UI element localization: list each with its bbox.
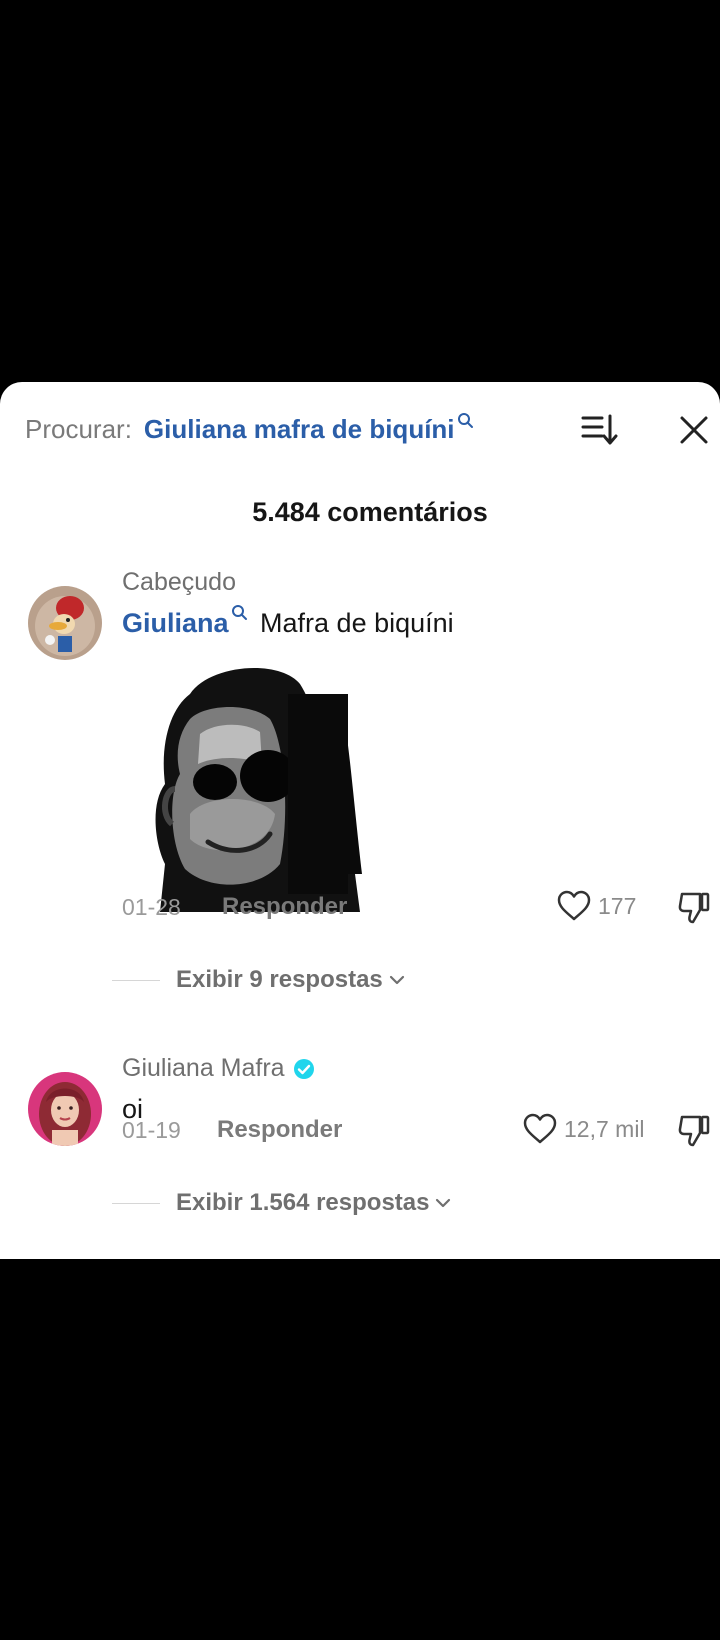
avatar-cartoon-image [28,586,102,660]
avatar[interactable] [28,586,102,660]
heart-icon [557,890,591,921]
divider [112,979,160,981]
comment-text: Giuliana Mafra de biquíni [122,605,454,639]
view-replies-label: Exibir 1.564 respostas [176,1189,430,1216]
avatar[interactable] [28,1072,102,1146]
view-replies-label: Exibir 9 respostas [176,966,383,993]
heart-icon [523,1113,557,1144]
reply-button[interactable]: Responder [217,1116,342,1144]
search-suggestion[interactable]: Procurar: Giuliana mafra de biquíni [25,412,475,446]
comment-username[interactable]: Cabeçudo [122,568,236,597]
comment-date: 01-19 [122,1117,181,1143]
dislike-button[interactable] [676,890,712,926]
comment-date: 01-28 [122,894,181,920]
comment-sticker-image[interactable] [150,664,370,912]
comment-username-row: Giuliana Mafra [122,1054,315,1083]
sort-button[interactable] [580,412,620,448]
comments-count: 5.484 comentários [252,497,488,527]
view-replies-button[interactable]: Exibir 9 respostas [112,966,405,994]
search-icon[interactable] [231,598,249,629]
close-icon [680,416,708,444]
chevron-down-icon [389,975,404,985]
like-count: 177 [598,892,637,919]
thumbs-down-icon [678,1115,710,1147]
view-replies-button[interactable]: Exibir 1.564 respostas [112,1189,451,1217]
search-term-link[interactable]: Giuliana mafra de biquíni [144,414,455,445]
chevron-down-icon [436,1198,451,1208]
thumbs-down-icon [678,892,710,924]
avatar-photo [28,1072,102,1146]
mention-link[interactable]: Giuliana [122,608,229,638]
search-prefix: Procurar: [25,413,132,444]
comment-username[interactable]: Giuliana Mafra [122,1054,285,1083]
comment-body: Mafra de biquíni [252,608,454,638]
like-count: 12,7 mil [564,1115,645,1142]
dislike-button[interactable] [676,1113,712,1149]
sort-descending-icon [581,414,618,445]
reply-button[interactable]: Responder [222,893,347,921]
comments-sheet: Procurar: Giuliana mafra de biquíni 5.48… [0,382,720,1259]
divider [112,1202,160,1204]
close-button[interactable] [676,412,712,448]
verified-badge-icon [293,1058,314,1079]
like-button[interactable]: 12,7 mil [522,1113,645,1145]
search-icon [457,406,475,437]
like-button[interactable]: 177 [556,890,636,922]
